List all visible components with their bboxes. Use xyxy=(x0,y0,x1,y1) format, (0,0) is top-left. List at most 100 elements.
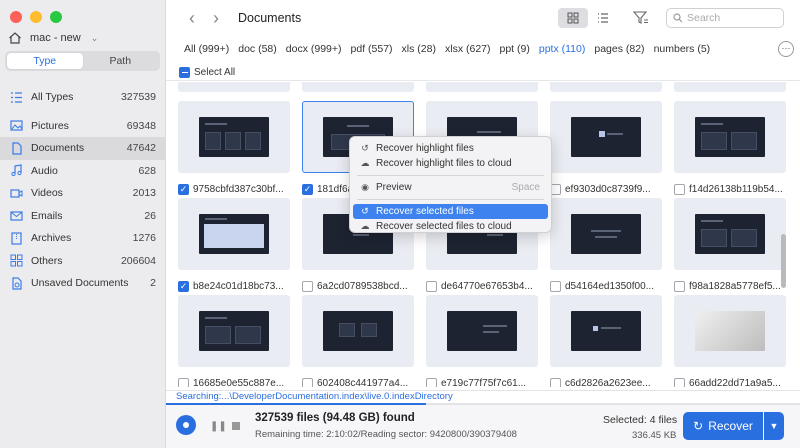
file-cell[interactable]: 66add22dd71a9a5... xyxy=(674,295,786,387)
tab-pptx[interactable]: pptx (110) xyxy=(539,43,586,55)
slide-preview xyxy=(199,214,269,254)
sidebar-item-videos[interactable]: Videos 2013 xyxy=(0,182,165,205)
file-checkbox[interactable] xyxy=(674,281,685,292)
document-icon xyxy=(10,142,23,155)
file-thumbnail[interactable] xyxy=(178,198,290,270)
file-cell[interactable]: c6d2826a2623ee... xyxy=(550,295,662,387)
slide-preview xyxy=(323,311,393,351)
recover-icon: ↺ xyxy=(361,206,369,216)
filter-button[interactable] xyxy=(632,9,650,27)
select-all-checkbox[interactable] xyxy=(179,67,190,78)
menu-item-recover-selected-cloud[interactable]: ☁ Recover selected files to cloud xyxy=(353,219,548,234)
tab-all[interactable]: All (999+) xyxy=(184,43,229,55)
forward-button[interactable]: › xyxy=(206,8,226,28)
chevron-down-icon: ⌄ xyxy=(90,32,99,43)
file-cell[interactable]: d54164ed1350f00... xyxy=(550,198,662,293)
menu-item-recover-selected[interactable]: ↺ Recover selected files xyxy=(353,204,548,219)
back-button[interactable]: ‹ xyxy=(182,8,202,28)
menu-item-recover-highlight-cloud[interactable]: ☁ Recover highlight files to cloud xyxy=(353,156,548,171)
sidebar-item-others[interactable]: Others 206604 xyxy=(0,250,165,273)
file-thumbnail[interactable] xyxy=(674,295,786,367)
archive-icon xyxy=(10,232,23,245)
sidebar-item-audio[interactable]: Audio 628 xyxy=(0,160,165,183)
sidebar-item-count: 628 xyxy=(138,164,156,177)
minimize-window-button[interactable] xyxy=(30,11,42,23)
recover-button[interactable]: ↻ Recover xyxy=(683,412,763,440)
tab-doc[interactable]: doc (58) xyxy=(238,43,277,55)
file-checkbox[interactable] xyxy=(674,378,685,387)
file-cell[interactable]: 602408c441977a4... xyxy=(302,295,414,387)
vertical-scrollbar[interactable] xyxy=(781,234,786,288)
zoom-window-button[interactable] xyxy=(50,11,62,23)
grid-view-button[interactable] xyxy=(558,8,588,28)
file-thumbnail[interactable] xyxy=(550,198,662,270)
tab-pdf[interactable]: pdf (557) xyxy=(351,43,393,55)
sidebar-item-pictures[interactable]: Pictures 69348 xyxy=(0,115,165,138)
stop-button[interactable] xyxy=(232,422,240,430)
menu-item-shortcut: Space xyxy=(511,182,540,193)
tab-xlsx[interactable]: xlsx (627) xyxy=(445,43,491,55)
toolbar: ‹ › Documents xyxy=(166,0,800,36)
file-cell[interactable]: f98a1828a5778ef5... xyxy=(674,198,786,293)
file-thumbnail[interactable] xyxy=(178,101,290,173)
file-thumbnail[interactable] xyxy=(178,295,290,367)
file-checkbox[interactable] xyxy=(302,281,313,292)
tab-docx[interactable]: docx (999+) xyxy=(286,43,342,55)
pause-button[interactable]: ❚❚ xyxy=(210,421,227,432)
tab-ppt[interactable]: ppt (9) xyxy=(500,43,530,55)
tab-xls[interactable]: xls (28) xyxy=(402,43,436,55)
file-thumbnail[interactable] xyxy=(550,82,662,92)
file-thumbnail[interactable] xyxy=(178,82,290,92)
file-checkbox[interactable] xyxy=(550,281,561,292)
sidebar-item-label: Others xyxy=(31,254,63,267)
file-checkbox[interactable] xyxy=(178,378,189,387)
file-cell[interactable]: ef9303d0c8739f9... xyxy=(550,101,662,196)
file-checkbox[interactable] xyxy=(178,184,189,195)
file-checkbox[interactable] xyxy=(426,281,437,292)
list-icon xyxy=(10,91,23,104)
video-icon xyxy=(10,187,23,200)
sidebar-item-unsaved-documents[interactable]: Unsaved Documents 2 xyxy=(0,272,165,295)
file-checkbox[interactable] xyxy=(302,184,313,195)
menu-item-recover-highlight[interactable]: ↺ Recover highlight files xyxy=(353,141,548,156)
file-thumbnail[interactable] xyxy=(302,295,414,367)
file-thumbnail[interactable] xyxy=(674,101,786,173)
grid-row: 16685e0e55c887e... 602408c441977a4... e7… xyxy=(178,295,790,387)
tab-pages[interactable]: pages (82) xyxy=(594,43,644,55)
file-thumbnail[interactable] xyxy=(550,295,662,367)
list-view-button[interactable] xyxy=(588,8,618,28)
sidebar-item-label: Audio xyxy=(31,164,58,177)
recover-dropdown-button[interactable]: ▼ xyxy=(764,412,784,440)
file-checkbox[interactable] xyxy=(550,378,561,387)
file-thumbnail[interactable] xyxy=(302,82,414,92)
file-checkbox[interactable] xyxy=(302,378,313,387)
eye-icon: ◉ xyxy=(361,182,369,192)
file-thumbnail[interactable] xyxy=(674,82,786,92)
sidebar-item-documents[interactable]: Documents 47642 xyxy=(0,137,165,160)
file-thumbnail[interactable] xyxy=(550,101,662,173)
file-cell[interactable]: 9758cbfd387c30bf... xyxy=(178,101,290,196)
file-thumbnail[interactable] xyxy=(426,82,538,92)
sidebar-item-all-types[interactable]: All Types 327539 xyxy=(0,86,165,109)
more-options-icon[interactable]: ··· xyxy=(778,41,794,57)
file-checkbox[interactable] xyxy=(426,378,437,387)
file-checkbox[interactable] xyxy=(178,281,189,292)
sidebar-item-label: Unsaved Documents xyxy=(31,277,129,290)
search-input[interactable] xyxy=(687,12,775,24)
close-window-button[interactable] xyxy=(10,11,22,23)
file-thumbnail[interactable] xyxy=(674,198,786,270)
tab-numbers[interactable]: numbers (5) xyxy=(654,43,711,55)
file-cell[interactable]: 16685e0e55c887e... xyxy=(178,295,290,387)
file-cell[interactable]: f14d26138b119b54... xyxy=(674,101,786,196)
file-thumbnail[interactable] xyxy=(426,295,538,367)
device-selector[interactable]: mac - new ⌄ xyxy=(8,30,157,46)
sidebar-item-count: 1276 xyxy=(132,232,156,245)
file-cell[interactable]: e719c77f75f7c61... xyxy=(426,295,538,387)
segment-path[interactable]: Path xyxy=(83,53,159,69)
file-cell[interactable]: b8e24c01d18bc73... xyxy=(178,198,290,293)
segment-type[interactable]: Type xyxy=(7,53,83,69)
sidebar-item-emails[interactable]: Emails 26 xyxy=(0,205,165,228)
file-checkbox[interactable] xyxy=(674,184,685,195)
menu-item-preview[interactable]: ◉ Preview Space xyxy=(353,180,548,195)
sidebar-item-archives[interactable]: Archives 1276 xyxy=(0,227,165,250)
